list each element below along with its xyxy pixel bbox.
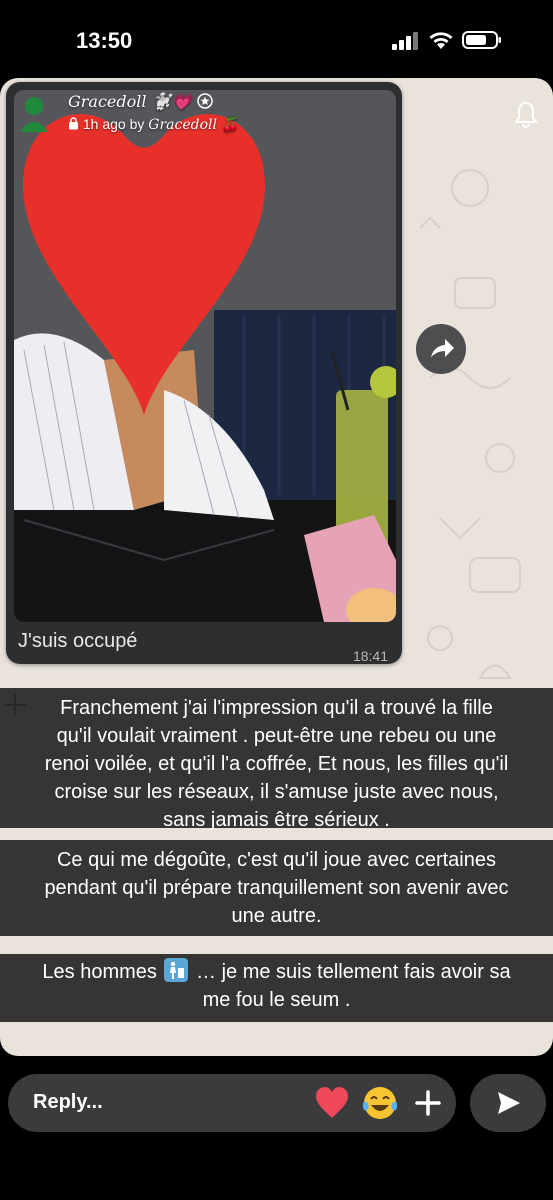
send-button[interactable]: [470, 1074, 546, 1132]
caption-overlay-3: Les hommes … je me suis tellement fais a…: [0, 954, 553, 1022]
caption-overlay-1: Franchement j'ai l'impression qu'il a tr…: [0, 688, 553, 831]
story-meta: 1h ago by Gracedoll 🍒: [68, 116, 239, 133]
bell-icon[interactable]: [513, 100, 539, 128]
overlay-text-segment: … je me suis tellement fais avoir sa: [196, 961, 511, 983]
lock-icon: [69, 117, 78, 130]
tears-of-joy-emoji-icon[interactable]: [362, 1085, 398, 1121]
star-badge-icon: [196, 93, 213, 109]
status-bar: 13:50: [0, 0, 553, 80]
reply-input[interactable]: Reply...: [8, 1074, 456, 1132]
shared-chat-screenshot: J'suis occupé 18:41: [6, 82, 402, 664]
battery-icon: [462, 31, 501, 49]
story-posted-by: Gracedoll 🍒: [148, 117, 239, 133]
photo-illustration: [14, 90, 396, 622]
overlay-text-line: sans jamais être sérieux .: [163, 809, 390, 831]
message-caption: J'suis occupé: [18, 630, 138, 652]
author-name[interactable]: Gracedoll 🐩💗: [68, 92, 213, 111]
story-card[interactable]: J'suis occupé 18:41 Gracedoll 🐩💗 1h ago …: [0, 78, 553, 1056]
heart-emoji-icon[interactable]: [314, 1086, 350, 1120]
author-avatar[interactable]: [18, 94, 50, 132]
overlay-text-line: me fou le seum .: [202, 989, 351, 1011]
status-time: 13:50: [76, 28, 133, 53]
reply-placeholder: Reply...: [33, 1091, 103, 1113]
wifi-icon: [429, 32, 453, 49]
plus-icon[interactable]: [414, 1089, 442, 1117]
caption-overlay-2: Ce qui me dégoûte, c'est qu'il joue avec…: [0, 840, 553, 936]
message-time: 18:41: [352, 648, 388, 664]
overlay-text-line: croise sur les réseaux, il s'amuse juste…: [54, 781, 499, 803]
overlay-text-line: Ce qui me dégoûte, c'est qu'il joue avec…: [56, 849, 496, 871]
cellular-signal-icon: [392, 32, 418, 50]
overlay-text-line: qu'il voulait vraiment . peut-être une r…: [56, 725, 497, 747]
story-time: 1h ago by: [82, 116, 145, 132]
overlay-text-line: renoi voilée, et qu'il l'a coffrée, Et n…: [44, 753, 509, 775]
overlay-text-line: pendant qu'il prépare tranquillement son…: [44, 877, 509, 899]
shared-photo: [14, 90, 396, 622]
trash-emoji-icon: [164, 958, 189, 982]
send-icon: [498, 1092, 520, 1114]
overlay-text-line: Franchement j'ai l'impression qu'il a tr…: [60, 697, 493, 719]
overlay-text-segment: Les hommes: [42, 961, 157, 983]
overlay-text-line: une autre.: [231, 905, 322, 927]
forward-button: [416, 324, 466, 374]
forward-icon: [431, 339, 454, 357]
overlay-text-line: Les hommes … je me suis tellement fais a…: [0, 958, 553, 986]
